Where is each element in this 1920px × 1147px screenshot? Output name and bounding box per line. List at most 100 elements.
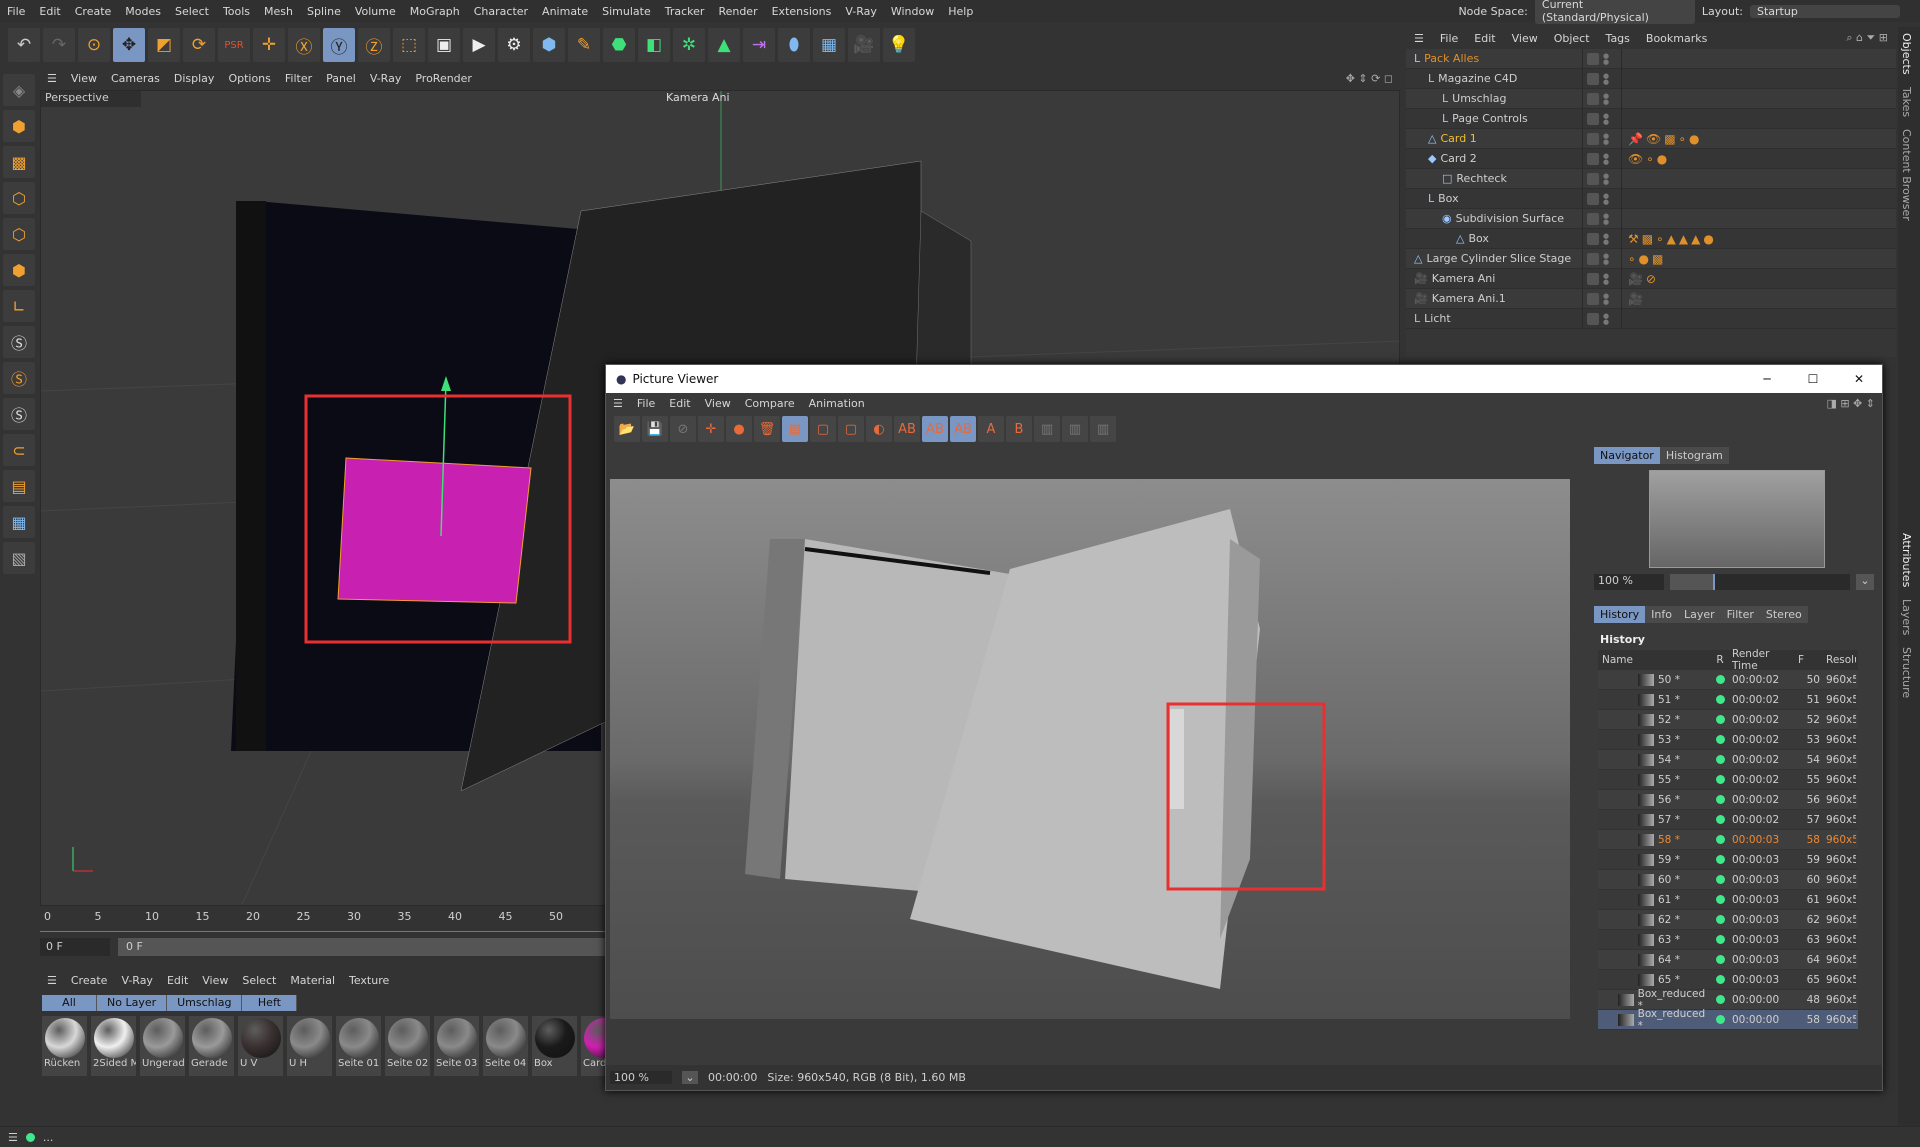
- col-f[interactable]: F: [1798, 654, 1820, 666]
- history-row[interactable]: 50 * 00:00:02 50 960x5: [1598, 670, 1858, 690]
- deformer-icon[interactable]: ⇥: [743, 28, 775, 62]
- visibility-dots-icon[interactable]: ● ●: [1603, 292, 1609, 305]
- pv-zoom-field[interactable]: 100 %: [610, 1071, 672, 1084]
- visibility-dots-icon[interactable]: ● ●: [1603, 232, 1609, 245]
- edit-toggle-icon[interactable]: [1587, 172, 1599, 185]
- vp-menu-cameras[interactable]: Cameras: [104, 72, 167, 85]
- object-tags[interactable]: 🎥: [1622, 292, 1643, 306]
- object-tags[interactable]: 🎥 ⊘: [1622, 272, 1656, 286]
- tag-icon[interactable]: ⊘: [1646, 272, 1656, 286]
- navigator-thumbnail[interactable]: [1649, 470, 1825, 568]
- edit-toggle-icon[interactable]: [1587, 212, 1599, 225]
- node-space-dropdown[interactable]: Current (Standard/Physical): [1534, 0, 1695, 24]
- visibility-dots-icon[interactable]: ● ●: [1603, 112, 1609, 125]
- magnet-icon[interactable]: ⊂: [3, 434, 35, 466]
- visibility-dots-icon[interactable]: ● ●: [1603, 152, 1609, 165]
- tag-icon[interactable]: 🎥: [1628, 272, 1643, 286]
- mat-menu-edit[interactable]: Edit: [160, 974, 195, 987]
- menu-spline[interactable]: Spline: [300, 5, 348, 18]
- mat-menu-vray[interactable]: V-Ray: [114, 974, 160, 987]
- history-row[interactable]: 57 * 00:00:02 57 960x5: [1598, 810, 1858, 830]
- col-r[interactable]: R: [1712, 654, 1728, 666]
- history-icon[interactable]: ▤: [782, 416, 808, 442]
- tab-filter[interactable]: Filter: [1720, 606, 1760, 623]
- set-b-arrow-icon[interactable]: B: [1006, 416, 1032, 442]
- stop-render-icon[interactable]: ⊘: [670, 416, 696, 442]
- tab-takes[interactable]: Takes: [1898, 81, 1915, 123]
- array-icon[interactable]: ▲: [708, 28, 740, 62]
- object-name[interactable]: Card 2: [1440, 152, 1476, 165]
- edit-toggle-icon[interactable]: [1587, 252, 1599, 265]
- ab-compare-icon[interactable]: AB: [922, 416, 948, 442]
- col-resolution[interactable]: Resolu: [1820, 654, 1856, 666]
- om-menu-view[interactable]: View: [1504, 32, 1546, 45]
- mat-menu-create[interactable]: Create: [64, 974, 115, 987]
- material-swatch[interactable]: Ungerad: [140, 1016, 185, 1076]
- history-row[interactable]: 59 * 00:00:03 59 960x5: [1598, 850, 1858, 870]
- visibility-dots-icon[interactable]: ● ●: [1603, 132, 1609, 145]
- material-swatch[interactable]: Seite 01: [336, 1016, 381, 1076]
- history-row[interactable]: 61 * 00:00:03 61 960x5: [1598, 890, 1858, 910]
- object-name[interactable]: Box: [1468, 232, 1488, 245]
- edit-toggle-icon[interactable]: [1587, 132, 1599, 145]
- menu-create[interactable]: Create: [68, 5, 119, 18]
- menu-render[interactable]: Render: [711, 5, 764, 18]
- object-name[interactable]: Subdivision Surface: [1456, 212, 1564, 225]
- ab-split-icon[interactable]: AB: [894, 416, 920, 442]
- floor-icon[interactable]: ▦: [813, 28, 845, 62]
- maximize-button[interactable]: ☐: [1790, 372, 1836, 386]
- menu-animate[interactable]: Animate: [535, 5, 595, 18]
- tab-history[interactable]: History: [1594, 606, 1646, 623]
- edit-toggle-icon[interactable]: [1587, 72, 1599, 85]
- tag-icon[interactable]: ▩: [1664, 132, 1675, 146]
- edit-toggle-icon[interactable]: [1587, 192, 1599, 205]
- scale-tool-icon[interactable]: ◩: [148, 28, 180, 62]
- object-row[interactable]: L Page Controls ● ●: [1406, 108, 1896, 129]
- menu-simulate[interactable]: Simulate: [595, 5, 658, 18]
- light-icon[interactable]: 💡: [883, 28, 915, 62]
- object-name[interactable]: Licht: [1424, 312, 1451, 325]
- ab-diff-icon[interactable]: AB: [950, 416, 976, 442]
- tag-icon[interactable]: ▩: [1642, 232, 1653, 246]
- edit-toggle-icon[interactable]: [1587, 292, 1599, 305]
- edit-toggle-icon[interactable]: [1587, 312, 1599, 325]
- tag-icon[interactable]: ▲: [1691, 232, 1700, 246]
- axis-mode-icon[interactable]: ∟: [3, 290, 35, 322]
- om-menu-object[interactable]: Object: [1546, 32, 1598, 45]
- menu-tracker[interactable]: Tracker: [658, 5, 712, 18]
- polygons-mode-icon[interactable]: ⬢: [3, 254, 35, 286]
- history-row[interactable]: 56 * 00:00:02 56 960x5: [1598, 790, 1858, 810]
- object-row[interactable]: △ Large Cylinder Slice Stage ● ● ∘ ● ▩: [1406, 248, 1896, 269]
- redo-icon[interactable]: ↷: [43, 28, 75, 62]
- material-swatch[interactable]: U V: [238, 1016, 283, 1076]
- object-name[interactable]: Rechteck: [1456, 172, 1506, 185]
- history-row[interactable]: Box_reduced * 00:00:00 58 960x5: [1598, 1008, 1858, 1032]
- material-swatch[interactable]: 2Sided M: [91, 1016, 136, 1076]
- object-row[interactable]: △ Card 1 ● ● 📌 👁 ▩ ∘ ●: [1406, 128, 1896, 149]
- visibility-dots-icon[interactable]: ● ●: [1603, 212, 1609, 225]
- pv-menu-file[interactable]: File: [630, 397, 662, 410]
- tag-icon[interactable]: 📌: [1628, 132, 1643, 146]
- menu-extensions[interactable]: Extensions: [765, 5, 839, 18]
- object-row[interactable]: L Pack Alles ● ●: [1406, 48, 1896, 69]
- chevron-down-icon[interactable]: ⌄: [1856, 574, 1874, 590]
- object-name[interactable]: Kamera Ani: [1432, 272, 1496, 285]
- zoom-icon[interactable]: ●: [726, 416, 752, 442]
- edit-toggle-icon[interactable]: [1587, 272, 1599, 285]
- visibility-dots-icon[interactable]: ● ●: [1603, 172, 1609, 185]
- layer-tab-umschlag[interactable]: Umschlag: [167, 995, 243, 1011]
- object-tags[interactable]: 📌 👁 ▩ ∘ ●: [1622, 132, 1700, 146]
- tag-icon[interactable]: 👁: [1646, 132, 1661, 146]
- extrude-icon[interactable]: ◧: [638, 28, 670, 62]
- tag-icon[interactable]: ∘: [1646, 152, 1654, 166]
- tag-icon[interactable]: 🎥: [1628, 292, 1643, 306]
- hamburger-icon[interactable]: ☰: [1406, 32, 1432, 45]
- hamburger-icon[interactable]: ☰: [40, 72, 64, 85]
- material-swatch[interactable]: Seite 02: [385, 1016, 430, 1076]
- material-swatch[interactable]: Seite 04: [483, 1016, 528, 1076]
- visibility-dots-icon[interactable]: ● ●: [1603, 72, 1609, 85]
- object-name[interactable]: Pack Alles: [1424, 52, 1479, 65]
- menu-modes[interactable]: Modes: [118, 5, 168, 18]
- menu-mesh[interactable]: Mesh: [257, 5, 300, 18]
- points-mode-icon[interactable]: ⬡: [3, 182, 35, 214]
